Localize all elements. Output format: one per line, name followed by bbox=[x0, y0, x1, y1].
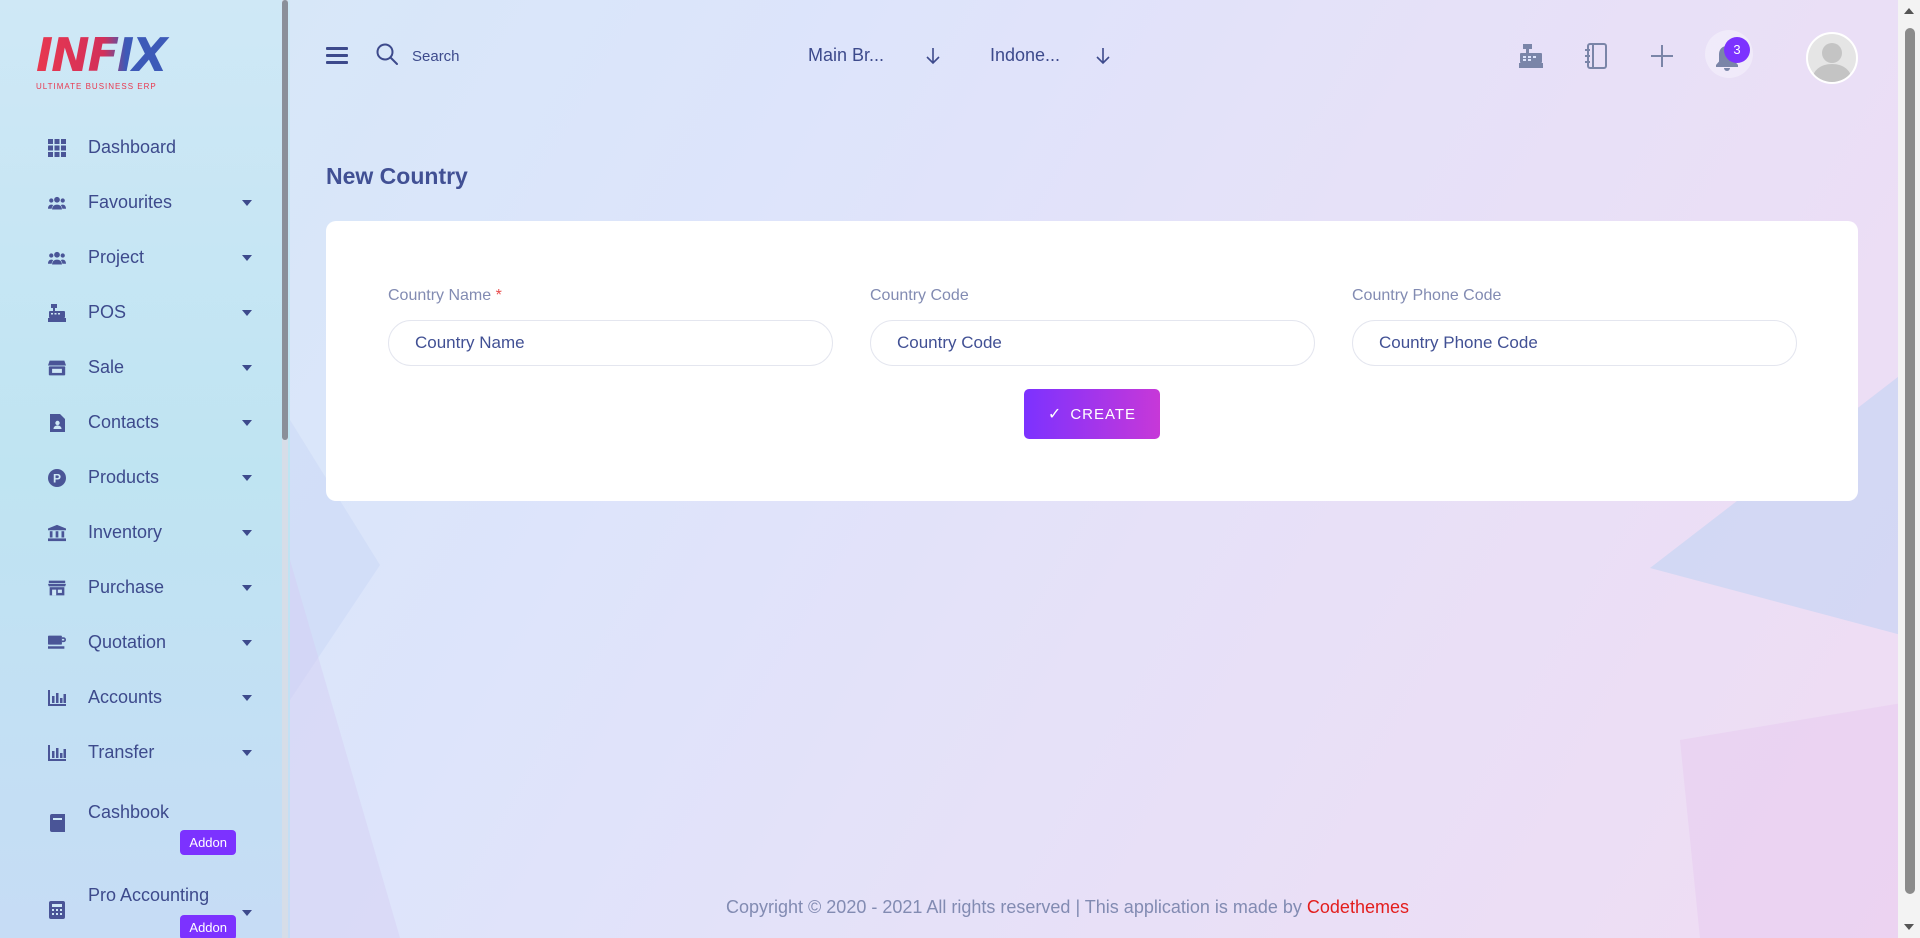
pos-register-icon[interactable] bbox=[1517, 42, 1545, 70]
page-title: New Country bbox=[326, 163, 468, 189]
caret-down-icon bbox=[242, 694, 252, 701]
sidebar-item-label: Pro Accounting bbox=[88, 885, 210, 905]
country-name-label: Country Name * bbox=[388, 287, 502, 304]
arrow-down-icon bbox=[1096, 48, 1110, 65]
country-name-field-group: Country Name * bbox=[388, 287, 833, 366]
sidebar-item-transfer[interactable]: Transfer bbox=[0, 725, 282, 780]
scroll-up-arrow-icon[interactable] bbox=[1904, 8, 1914, 14]
create-button[interactable]: ✓ CREATE bbox=[1024, 389, 1160, 439]
sidebar-item-contacts[interactable]: Contacts bbox=[0, 395, 282, 450]
svg-text:P: P bbox=[53, 471, 61, 485]
sidebar: INFIX ULTIMATE BUSINESS ERP Dashboard Fa… bbox=[0, 0, 290, 938]
country-code-field-group: Country Code bbox=[870, 287, 1315, 366]
add-icon[interactable] bbox=[1648, 42, 1676, 70]
sidebar-item-purchase[interactable]: Purchase bbox=[0, 560, 282, 615]
contact-file-icon bbox=[48, 413, 66, 432]
logo-subtitle: ULTIMATE BUSINESS ERP bbox=[36, 82, 157, 91]
caret-down-icon bbox=[242, 254, 252, 261]
sidebar-item-pos[interactable]: POS bbox=[0, 285, 282, 340]
sidebar-item-favourites[interactable]: Favourites bbox=[0, 175, 282, 230]
sidebar-item-label: Products bbox=[88, 467, 160, 487]
footer-text: Copyright © 2020 - 2021 All rights reser… bbox=[726, 897, 1307, 917]
country-name-input[interactable] bbox=[388, 320, 833, 366]
branch-select-value: Main Br... bbox=[808, 45, 885, 65]
search-input[interactable] bbox=[412, 44, 612, 68]
sidebar-item-label: Cashbook bbox=[88, 802, 170, 822]
sidebar-item-label: Transfer bbox=[88, 742, 155, 762]
sidebar-item-label: Purchase bbox=[88, 577, 165, 597]
sidebar-item-label: POS bbox=[88, 302, 127, 322]
footer-copyright: Copyright © 2020 - 2021 All rights reser… bbox=[726, 897, 1409, 918]
addon-badge: Addon bbox=[180, 915, 236, 938]
sidebar-item-label: Contacts bbox=[88, 412, 160, 432]
check-icon: ✓ bbox=[1047, 406, 1063, 423]
grid-icon bbox=[48, 138, 66, 157]
addon-badge: Addon bbox=[180, 830, 236, 855]
sidebar-item-inventory[interactable]: Inventory bbox=[0, 505, 282, 560]
mug-icon bbox=[48, 634, 66, 652]
country-phone-code-field-group: Country Phone Code bbox=[1352, 287, 1797, 366]
notification-count-badge: 3 bbox=[1724, 37, 1750, 63]
caret-down-icon bbox=[242, 639, 252, 646]
sidebar-scrollbar-thumb[interactable] bbox=[282, 0, 288, 440]
country-phone-code-input[interactable] bbox=[1352, 320, 1797, 366]
sidebar-item-label: Quotation bbox=[88, 632, 167, 652]
caret-down-icon bbox=[242, 749, 252, 756]
sidebar-nav: Dashboard Favourites Project POS Sale Co… bbox=[0, 120, 282, 938]
store-icon bbox=[48, 359, 66, 377]
sidebar-item-sale[interactable]: Sale bbox=[0, 340, 282, 395]
new-country-form-card: Country Name * Country Code Country Phon… bbox=[326, 221, 1858, 501]
caret-down-icon bbox=[242, 364, 252, 371]
notebook-icon[interactable] bbox=[1583, 42, 1611, 70]
caret-down-icon bbox=[242, 199, 252, 206]
page-scrollbar-thumb[interactable] bbox=[1905, 28, 1915, 894]
cash-register-icon bbox=[48, 303, 66, 322]
sidebar-item-dashboard[interactable]: Dashboard bbox=[0, 120, 282, 175]
caret-down-icon bbox=[242, 419, 252, 426]
bar-chart-icon bbox=[48, 689, 66, 707]
sidebar-item-accounts[interactable]: Accounts bbox=[0, 670, 282, 725]
required-asterisk: * bbox=[495, 287, 502, 304]
shop-icon bbox=[48, 579, 66, 597]
footer-link-codethemes[interactable]: Codethemes bbox=[1307, 897, 1409, 917]
sidebar-item-products[interactable]: P Products bbox=[0, 450, 282, 505]
bar-chart-icon bbox=[48, 744, 66, 762]
create-button-label: CREATE bbox=[1070, 405, 1137, 423]
country-phone-code-label: Country Phone Code bbox=[1352, 287, 1502, 304]
product-p-icon: P bbox=[48, 468, 66, 487]
branch-select[interactable]: Main Br... bbox=[808, 45, 940, 66]
logo-text: INFIX bbox=[36, 30, 186, 80]
page-scrollbar[interactable] bbox=[1898, 0, 1920, 938]
users-icon bbox=[48, 194, 66, 212]
country-select-value: Indone... bbox=[990, 45, 1061, 65]
sidebar-item-label: Project bbox=[88, 247, 145, 267]
search-icon[interactable] bbox=[375, 42, 399, 70]
sidebar-item-pro-accounting[interactable]: Pro Accounting Addon bbox=[0, 865, 282, 938]
user-avatar[interactable] bbox=[1806, 32, 1858, 84]
caret-down-icon bbox=[242, 309, 252, 316]
sidebar-item-label: Inventory bbox=[88, 522, 163, 542]
caret-down-icon bbox=[242, 529, 252, 536]
calculator-icon bbox=[48, 901, 66, 919]
caret-down-icon bbox=[242, 584, 252, 591]
sidebar-item-cashbook[interactable]: Cashbook Addon bbox=[0, 780, 282, 865]
users-icon bbox=[48, 249, 66, 267]
sidebar-item-project[interactable]: Project bbox=[0, 230, 282, 285]
book-icon bbox=[48, 814, 66, 832]
country-code-input[interactable] bbox=[870, 320, 1315, 366]
sidebar-item-label: Sale bbox=[88, 357, 125, 377]
sidebar-item-label: Dashboard bbox=[88, 137, 177, 157]
bank-icon bbox=[48, 524, 66, 542]
sidebar-item-label: Accounts bbox=[88, 687, 163, 707]
country-code-label: Country Code bbox=[870, 287, 969, 304]
arrow-down-icon bbox=[926, 48, 940, 65]
scroll-down-arrow-icon[interactable] bbox=[1904, 924, 1914, 930]
caret-down-icon bbox=[242, 910, 252, 916]
caret-down-icon bbox=[242, 474, 252, 481]
country-select[interactable]: Indone... bbox=[990, 45, 1110, 66]
sidebar-item-label: Favourites bbox=[88, 192, 173, 212]
sidebar-item-quotation[interactable]: Quotation bbox=[0, 615, 282, 670]
app-logo[interactable]: INFIX ULTIMATE BUSINESS ERP bbox=[36, 30, 186, 92]
menu-toggle-icon[interactable] bbox=[326, 47, 348, 65]
